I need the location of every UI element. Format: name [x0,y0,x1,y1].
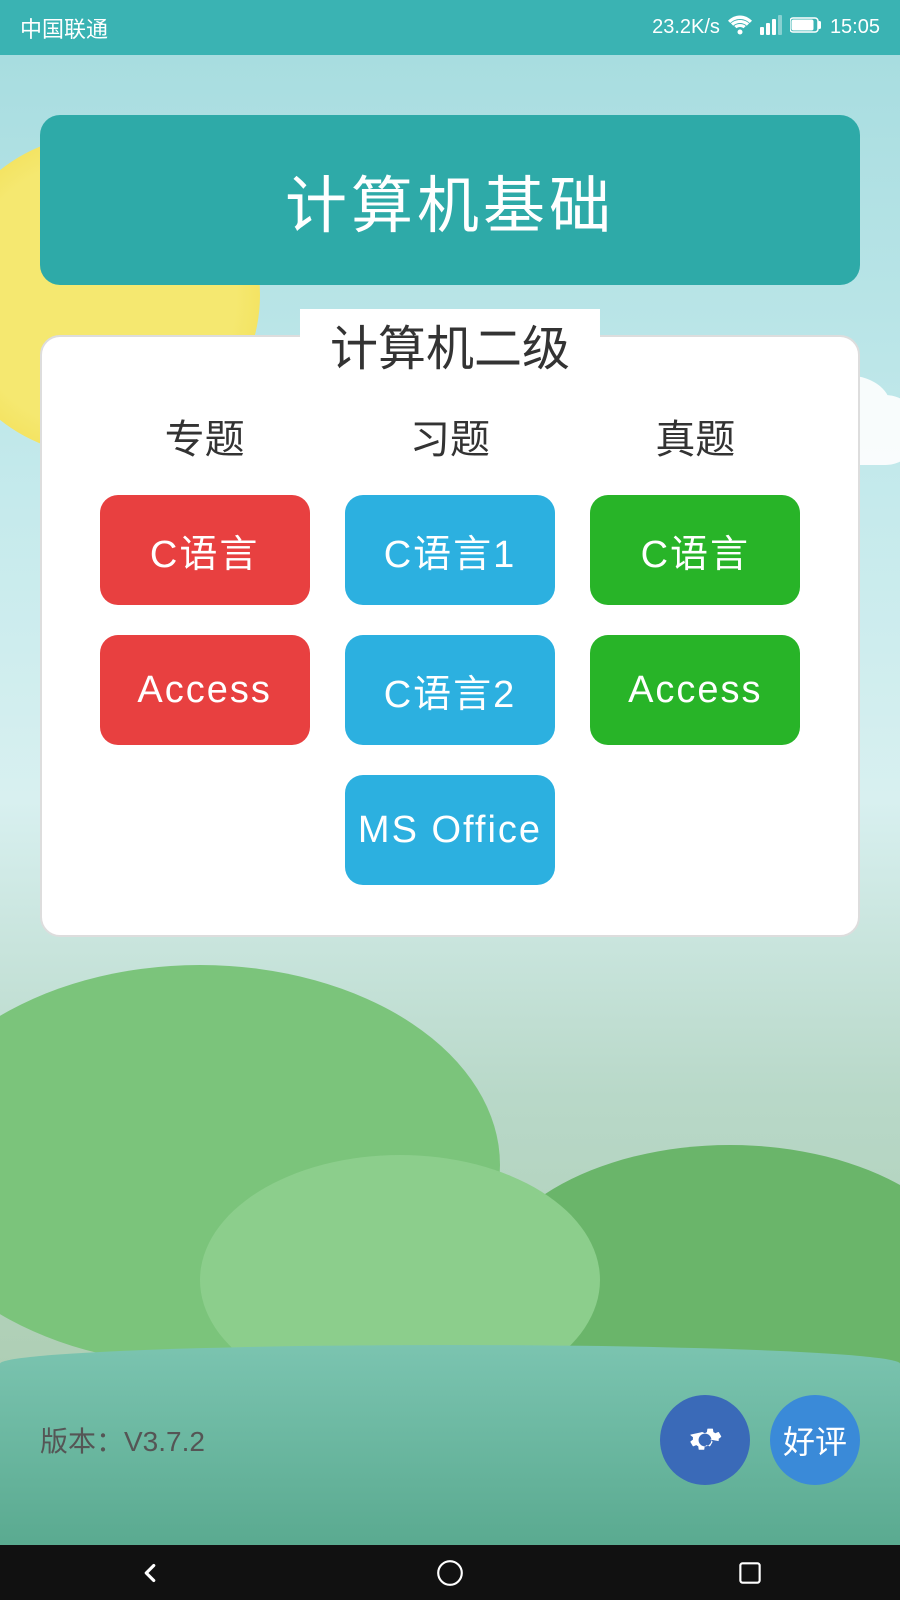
title-banner: 计算机基础 [40,115,860,285]
zhuanti-access-button[interactable]: Access [100,635,310,745]
time-label: 15:05 [830,16,880,39]
nav-bar [0,1545,900,1600]
bottom-bar: 版本：V3.7.2 好评 [0,1395,900,1485]
zhenti-c-button[interactable]: C语言 [590,495,800,605]
col-xiti: C语言1 C语言2 MS Office [340,495,560,885]
section-title-wrap: 计算机二级 [300,309,600,379]
zhuanti-c-button[interactable]: C语言 [100,495,310,605]
col-header-3: 真题 [585,407,805,465]
status-bar: 中国联通 23.2K/s 15:05 [0,0,900,55]
back-button[interactable] [135,1558,165,1588]
version-label: 版本：V3.7.2 [40,1420,205,1460]
gear-icon [683,1418,727,1462]
zhenti-access-button[interactable]: Access [590,635,800,745]
status-right: 23.2K/s 15:05 [652,15,880,41]
bottom-buttons: 好评 [660,1395,860,1485]
button-grid: C语言 Access C语言1 C语言2 MS Office C语言 Acces… [82,495,818,885]
home-button[interactable] [435,1558,465,1588]
col-zhenti: C语言 Access [585,495,805,745]
speed-label: 23.2K/s [652,16,720,39]
col-zhuanti: C语言 Access [95,495,315,745]
signal-icon [760,15,782,41]
section-title: 计算机二级 [330,323,570,376]
home-icon [435,1558,465,1588]
recents-icon [735,1558,765,1588]
xiti-c1-button[interactable]: C语言1 [345,495,555,605]
title-banner-text: 计算机基础 [285,172,615,241]
settings-button[interactable] [660,1395,750,1485]
wifi-icon [728,15,752,41]
main-content: 计算机基础 计算机二级 专题 习题 真题 C语言 Access C语言1 C语言… [0,55,900,1545]
column-headers: 专题 习题 真题 [82,407,818,465]
review-label: 好评 [783,1417,847,1463]
col-header-2: 习题 [340,407,560,465]
review-button[interactable]: 好评 [770,1395,860,1485]
xiti-c2-button[interactable]: C语言2 [345,635,555,745]
battery-icon [790,16,822,40]
back-icon [135,1558,165,1588]
xiti-msoffice-button[interactable]: MS Office [345,775,555,885]
subject-card: 计算机二级 专题 习题 真题 C语言 Access C语言1 C语言2 MS O… [40,335,860,937]
carrier-label: 中国联通 [20,12,108,44]
col-header-1: 专题 [95,407,315,465]
recents-button[interactable] [735,1558,765,1588]
